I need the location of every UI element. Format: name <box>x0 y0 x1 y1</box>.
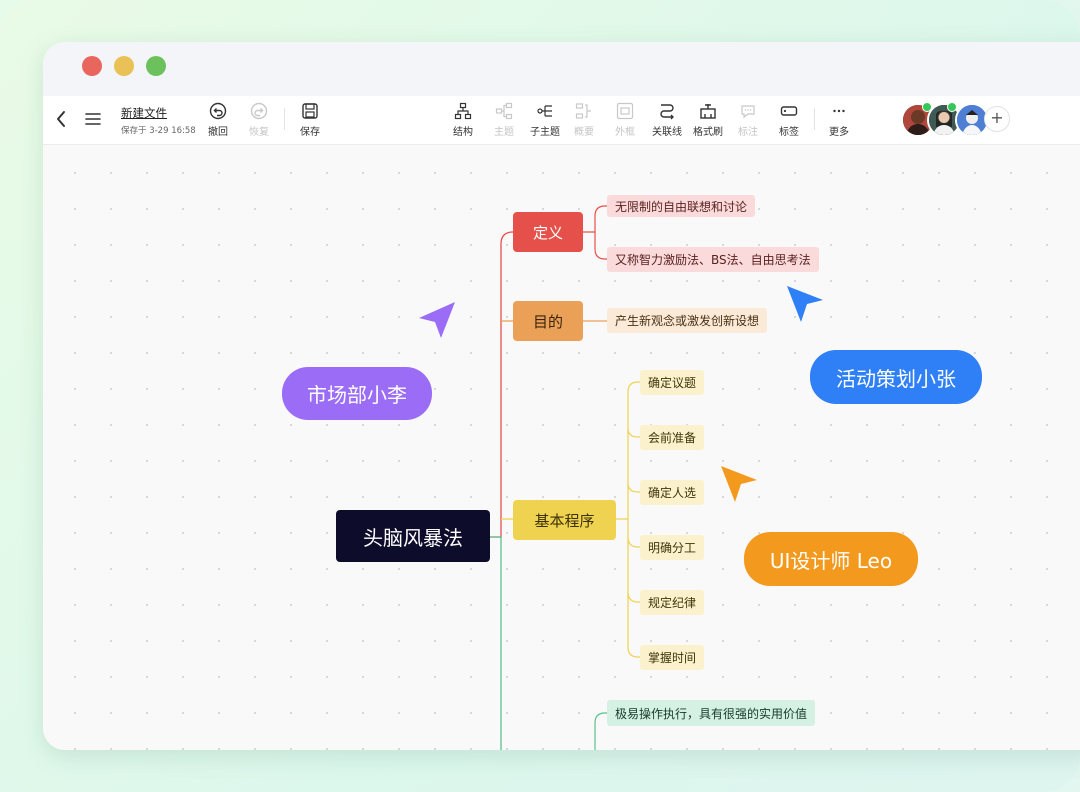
save-status: 保存于 3-29 16:58 <box>121 126 196 136</box>
topic-definition[interactable]: 定义 <box>513 212 583 252</box>
annotation-button[interactable]: 标注 <box>738 102 758 138</box>
file-title[interactable]: 新建文件 <box>121 105 167 121</box>
tag-label: 标签 <box>779 127 799 138</box>
topic-button[interactable]: 主题 <box>494 102 514 138</box>
more-label: 更多 <box>829 127 849 138</box>
format-painter-icon <box>700 104 716 119</box>
cursor-arrow-icon <box>419 302 455 338</box>
summary-button[interactable]: 概要 <box>574 102 594 138</box>
close-window-button[interactable] <box>82 56 102 76</box>
frame-label: 外框 <box>615 127 635 138</box>
menu-icon[interactable] <box>85 112 101 126</box>
save-icon <box>302 103 318 119</box>
save-button[interactable]: 保存 <box>300 102 320 138</box>
online-indicator <box>947 102 957 112</box>
more-button[interactable]: 更多 <box>829 102 849 138</box>
toolbar-divider <box>814 108 815 130</box>
comment-icon <box>741 105 755 119</box>
topic-purpose[interactable]: 目的 <box>513 301 583 341</box>
annotation-label: 标注 <box>738 127 758 138</box>
purpose-leaf-1[interactable]: 产生新观念或激发创新设想 <box>607 308 768 333</box>
frame-button[interactable]: 外框 <box>615 102 635 138</box>
collaborator-label-2: 活动策划小张 <box>810 350 982 404</box>
redo-label: 恢复 <box>249 127 269 138</box>
toolbar: 新建文件 保存于 3-29 16:58 撤回 恢复 保存 结构 主题 子主题 概… <box>43 96 1080 145</box>
definition-leaf-1[interactable]: 无限制的自由联想和讨论 <box>607 195 756 217</box>
topic-icon <box>495 102 513 120</box>
subtopic-button[interactable]: 子主题 <box>530 102 560 138</box>
topic-procedure[interactable]: 基本程序 <box>513 500 616 540</box>
tag-icon <box>780 106 798 116</box>
summary-icon <box>575 103 591 119</box>
tag-button[interactable]: 标签 <box>779 102 799 138</box>
structure-icon <box>454 102 472 120</box>
save-label: 保存 <box>300 127 320 138</box>
structure-button[interactable]: 结构 <box>453 102 473 138</box>
undo-icon <box>209 102 227 120</box>
relation-line-button[interactable]: 关联线 <box>652 102 682 138</box>
procedure-leaf[interactable]: 确定人选 <box>640 480 705 505</box>
procedure-leaf[interactable]: 确定议题 <box>640 370 705 395</box>
format-painter-label: 格式刷 <box>693 127 723 138</box>
title-bar <box>43 42 1080 96</box>
procedure-leaf[interactable]: 明确分工 <box>640 535 705 560</box>
format-painter-button[interactable]: 格式刷 <box>693 102 723 138</box>
collaborator-label-1: 市场部小李 <box>282 367 432 420</box>
cursor-arrow-icon <box>787 286 823 322</box>
relation-line-label: 关联线 <box>652 127 682 138</box>
add-collaborator-button[interactable]: + <box>984 106 1010 132</box>
definition-leaf-2[interactable]: 又称智力激励法、BS法、自由思考法 <box>607 247 819 272</box>
summary-label: 概要 <box>574 127 594 138</box>
undo-button[interactable]: 撤回 <box>208 102 228 138</box>
minimize-window-button[interactable] <box>114 56 134 76</box>
procedure-leaf[interactable]: 会前准备 <box>640 425 705 450</box>
relation-line-icon <box>660 104 674 120</box>
collaborator-label-3: UI设计师 Leo <box>744 532 918 586</box>
subtopic-icon <box>537 105 552 117</box>
procedure-leaf[interactable]: 规定纪律 <box>640 590 705 615</box>
subtopic-label: 子主题 <box>530 127 560 138</box>
redo-button[interactable]: 恢复 <box>249 102 269 138</box>
structure-label: 结构 <box>453 127 473 138</box>
app-window: 新建文件 保存于 3-29 16:58 撤回 恢复 保存 结构 主题 子主题 概… <box>43 42 1080 750</box>
redo-icon <box>250 102 268 120</box>
root-topic[interactable]: 头脑风暴法 <box>336 510 490 562</box>
procedure-leaf[interactable]: 掌握时间 <box>640 645 705 670</box>
topic-label: 主题 <box>494 127 514 138</box>
undo-label: 撤回 <box>208 127 228 138</box>
frame-icon <box>616 102 634 120</box>
mindmap-canvas[interactable]: 头脑风暴法 定义 无限制的自由联想和讨论 又称智力激励法、BS法、自由思考法 目… <box>43 145 1080 750</box>
maximize-window-button[interactable] <box>146 56 166 76</box>
toolbar-divider <box>284 108 285 130</box>
user-avatar-icon <box>957 105 987 135</box>
more-icon <box>833 109 845 113</box>
feature-leaf-1[interactable]: 极易操作执行，具有很强的实用价值 <box>607 700 816 726</box>
back-icon[interactable] <box>55 110 67 128</box>
cursor-arrow-icon <box>721 466 757 502</box>
